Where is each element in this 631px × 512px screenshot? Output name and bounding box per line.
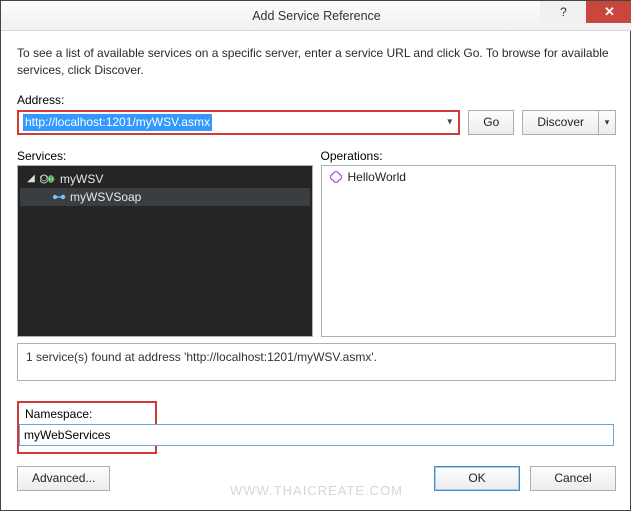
dialog-content: To see a list of available services on a…	[1, 31, 631, 501]
chevron-down-icon[interactable]: ▾	[447, 117, 452, 128]
discover-dropdown-button[interactable]: ▾	[598, 110, 616, 135]
help-button[interactable]: ?	[540, 1, 586, 23]
namespace-label: Namespace:	[25, 407, 149, 421]
port-icon	[52, 192, 66, 202]
operations-label: Operations:	[321, 149, 617, 163]
cancel-button[interactable]: Cancel	[530, 466, 616, 491]
close-button[interactable]: ✕	[586, 1, 631, 23]
operation-label: HelloWorld	[348, 170, 406, 184]
address-label: Address:	[17, 93, 616, 107]
namespace-input[interactable]	[19, 424, 614, 446]
address-combobox[interactable]: http://localhost:1201/myWSV.asmx ▾	[17, 110, 460, 135]
operation-item[interactable]: HelloWorld	[322, 166, 616, 188]
ok-button[interactable]: OK	[434, 466, 520, 491]
collapse-icon[interactable]: ◢	[26, 173, 36, 184]
address-row: http://localhost:1201/myWSV.asmx ▾ Go Di…	[17, 110, 616, 135]
address-value: http://localhost:1201/myWSV.asmx	[23, 114, 212, 131]
window-controls: ? ✕	[540, 1, 631, 23]
title-bar: Add Service Reference ? ✕	[1, 1, 631, 31]
services-label: Services:	[17, 149, 313, 163]
operations-panel: Operations: HelloWorld	[321, 149, 617, 337]
service-port-node[interactable]: myWSVSoap	[20, 188, 310, 206]
service-port-label: myWSVSoap	[70, 190, 141, 204]
status-text: 1 service(s) found at address 'http://lo…	[17, 343, 616, 381]
instruction-text: To see a list of available services on a…	[17, 45, 616, 79]
go-button[interactable]: Go	[468, 110, 514, 135]
window-title: Add Service Reference	[1, 9, 631, 23]
services-tree[interactable]: ◢ myWSV	[17, 165, 313, 337]
advanced-button[interactable]: Advanced...	[17, 466, 110, 491]
service-node-label: myWSV	[60, 172, 103, 186]
service-node[interactable]: ◢ myWSV	[20, 170, 310, 188]
gear-globe-icon	[40, 173, 56, 185]
discover-button[interactable]: Discover	[522, 110, 598, 135]
footer: Advanced... OK Cancel	[17, 466, 616, 491]
panels: Services: ◢	[17, 149, 616, 337]
method-icon	[330, 171, 342, 183]
operations-list[interactable]: HelloWorld	[321, 165, 617, 337]
discover-split-button: Discover ▾	[522, 110, 616, 135]
namespace-block: Namespace:	[17, 401, 157, 454]
services-panel: Services: ◢	[17, 149, 313, 337]
